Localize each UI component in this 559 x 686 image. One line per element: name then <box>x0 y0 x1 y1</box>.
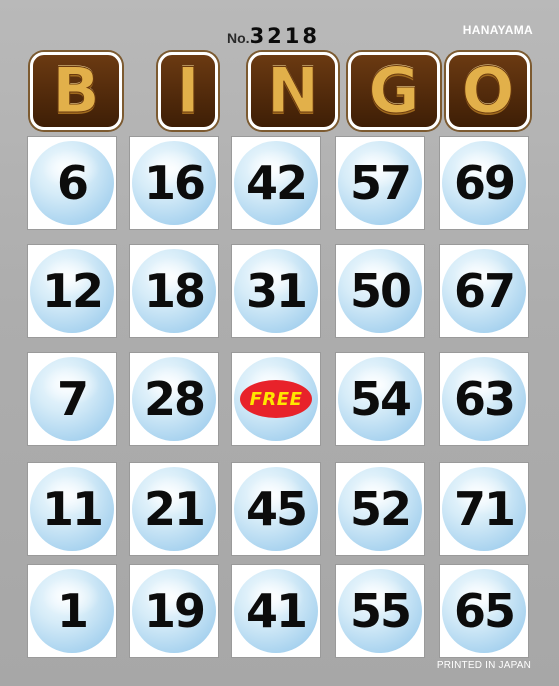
bingo-cell[interactable]: 52 <box>336 463 424 555</box>
serial-prefix: No. <box>227 30 250 46</box>
title-letter-n: N <box>248 52 338 130</box>
cell-number: 67 <box>453 264 516 318</box>
bingo-cell[interactable]: 11 <box>28 463 116 555</box>
number-grid: 6 16 42 57 69 12 18 31 50 67 7 28 FREE 54 63 11 21 45 52 71… <box>28 133 536 663</box>
free-badge: FREE <box>240 380 312 418</box>
bingo-cell[interactable]: 57 <box>336 137 424 229</box>
cell-number: 7 <box>56 372 89 426</box>
cell-number: 11 <box>41 482 104 536</box>
bingo-cell[interactable]: 63 <box>440 353 528 445</box>
cell-number: 45 <box>245 482 308 536</box>
cell-number: 57 <box>349 156 412 210</box>
cell-number: 18 <box>143 264 206 318</box>
bingo-card: HANAYAMA No.3218 B I N G O 6 16 42 57 69 12 18… <box>0 0 559 686</box>
bingo-cell[interactable]: 28 <box>130 353 218 445</box>
cell-number: 19 <box>143 584 206 638</box>
cell-number: 42 <box>245 156 308 210</box>
bingo-cell[interactable]: 18 <box>130 245 218 337</box>
bingo-cell[interactable]: 45 <box>232 463 320 555</box>
bingo-cell[interactable]: 1 <box>28 565 116 657</box>
bingo-cell[interactable]: 12 <box>28 245 116 337</box>
bingo-cell[interactable]: 6 <box>28 137 116 229</box>
cell-number: 52 <box>349 482 412 536</box>
cell-number: 55 <box>349 584 412 638</box>
title-letter-b: B <box>30 52 122 130</box>
cell-number: 6 <box>56 156 89 210</box>
cell-number: 28 <box>143 372 206 426</box>
cell-number: 41 <box>245 584 308 638</box>
cell-number: 63 <box>453 372 516 426</box>
printed-in-label: PRINTED IN JAPAN <box>436 660 531 671</box>
bingo-cell[interactable]: 69 <box>440 137 528 229</box>
title-letter-i: I <box>158 52 218 130</box>
bingo-cell[interactable]: 65 <box>440 565 528 657</box>
cell-number: 1 <box>56 584 89 638</box>
brand-label: HANAYAMA <box>462 23 533 37</box>
bingo-cell[interactable]: 7 <box>28 353 116 445</box>
cell-number: 71 <box>453 482 516 536</box>
bingo-cell[interactable]: 16 <box>130 137 218 229</box>
bingo-cell[interactable]: 41 <box>232 565 320 657</box>
cell-number: 31 <box>245 264 308 318</box>
bingo-cell[interactable]: 54 <box>336 353 424 445</box>
bingo-cell[interactable]: 50 <box>336 245 424 337</box>
bingo-cell[interactable]: 21 <box>130 463 218 555</box>
title-letter-g: G <box>348 52 440 130</box>
bingo-cell[interactable]: 31 <box>232 245 320 337</box>
cell-number: 54 <box>349 372 412 426</box>
bingo-title: B I N G O <box>30 52 530 132</box>
cell-number: 50 <box>349 264 412 318</box>
bingo-cell[interactable]: 67 <box>440 245 528 337</box>
bingo-cell[interactable]: 55 <box>336 565 424 657</box>
serial-number: No.3218 <box>227 24 320 48</box>
cell-number: 16 <box>143 156 206 210</box>
cell-number: 65 <box>453 584 516 638</box>
cell-number: 69 <box>453 156 516 210</box>
title-letter-o: O <box>446 52 530 130</box>
free-label: FREE <box>249 388 303 410</box>
cell-number: 12 <box>41 264 104 318</box>
cell-number: 21 <box>143 482 206 536</box>
serial-digits: 3218 <box>249 24 321 48</box>
bingo-cell[interactable]: 19 <box>130 565 218 657</box>
bingo-cell[interactable]: 71 <box>440 463 528 555</box>
bingo-cell[interactable]: 42 <box>232 137 320 229</box>
free-cell[interactable]: FREE <box>232 353 320 445</box>
